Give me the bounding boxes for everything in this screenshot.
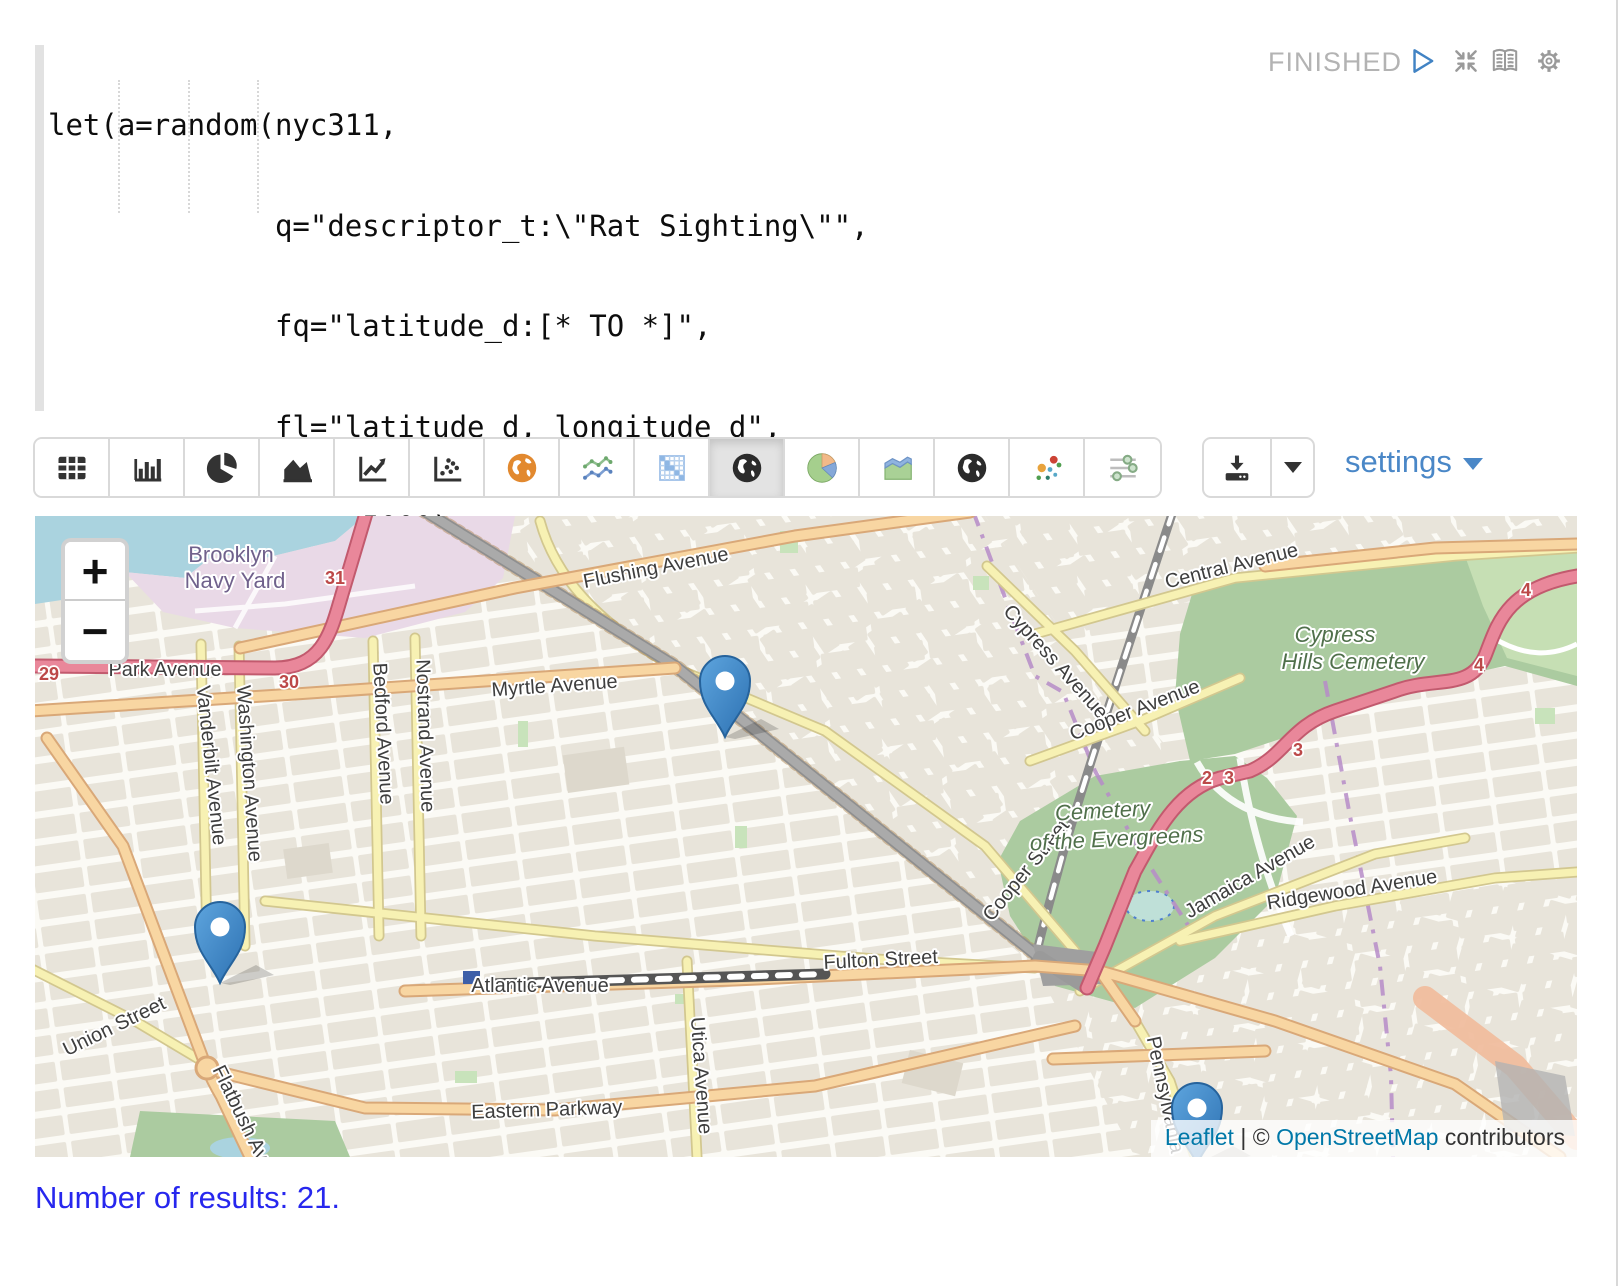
result-count-text: Number of results: 21.	[35, 1180, 340, 1216]
zoom-out-button[interactable]: −	[65, 601, 125, 660]
paragraph-settings-gear-icon[interactable]	[1533, 45, 1565, 77]
pie-chart-icon	[204, 450, 240, 486]
map-attribution: Leaflet | © OpenStreetMap contributors	[1151, 1120, 1577, 1157]
paragraph-status: FINISHED	[1268, 47, 1402, 78]
svg-text:Brooklyn: Brooklyn	[188, 542, 274, 567]
sliders-icon	[1105, 450, 1141, 486]
svg-text:Park Avenue: Park Avenue	[108, 659, 221, 681]
caret-down-icon	[1284, 462, 1302, 473]
svg-text:4: 4	[1474, 655, 1484, 675]
matrix-icon	[654, 450, 690, 486]
indent-guide	[257, 80, 259, 213]
svg-text:3: 3	[1293, 740, 1303, 760]
zoom-in-button[interactable]: +	[65, 542, 125, 601]
download-split-button	[1202, 437, 1315, 498]
viz-button-globe-orange[interactable]	[485, 439, 560, 496]
svg-text:Atlantic Avenue: Atlantic Avenue	[471, 975, 609, 997]
globe-map-icon	[729, 450, 765, 486]
svg-text:Cypress: Cypress	[1295, 622, 1376, 647]
svg-text:Navy Yard: Navy Yard	[185, 568, 286, 593]
map-canvas: 29 30 31 2 3 3 4 4 Brooklyn Navy Yard Pa…	[35, 516, 1577, 1157]
viz-button-area-colored[interactable]	[860, 439, 935, 496]
attribution-separator: |	[1240, 1124, 1246, 1150]
code-line: q="descriptor_t:\"Rat Sighting\"",	[48, 210, 921, 244]
contributors-text: contributors	[1445, 1124, 1565, 1150]
table-icon	[54, 450, 90, 486]
run-paragraph-icon[interactable]	[1406, 45, 1438, 77]
viz-button-scatter-colored[interactable]	[1010, 439, 1085, 496]
download-options-caret[interactable]	[1272, 439, 1313, 496]
collapse-output-icon[interactable]	[1450, 45, 1482, 77]
bar-chart-icon	[129, 450, 165, 486]
leaflet-link[interactable]: Leaflet	[1165, 1124, 1234, 1150]
indent-guide	[188, 80, 190, 213]
leaflet-map[interactable]: 29 30 31 2 3 3 4 4 Brooklyn Navy Yard Pa…	[35, 516, 1577, 1157]
code-line: let(a=random(nyc311,	[48, 109, 921, 143]
globe-map-2-icon	[954, 450, 990, 486]
viz-button-globe-map[interactable]	[710, 439, 785, 496]
viz-button-pie-chart[interactable]	[185, 439, 260, 496]
globe-orange-icon	[504, 450, 540, 486]
svg-text:Hills Cemetery: Hills Cemetery	[1281, 649, 1426, 674]
svg-text:2: 2	[1202, 768, 1212, 788]
viz-button-globe-map-2[interactable]	[935, 439, 1010, 496]
viz-button-table[interactable]	[35, 439, 110, 496]
viz-type-toolbar	[33, 437, 1162, 498]
svg-text:Cemetery: Cemetery	[1054, 795, 1153, 825]
download-button[interactable]	[1204, 439, 1272, 496]
svg-text:3: 3	[1224, 768, 1234, 788]
code-line: fq="latitude_d:[* TO *]",	[48, 310, 921, 344]
viz-button-matrix[interactable]	[635, 439, 710, 496]
viz-button-sliders[interactable]	[1085, 439, 1160, 496]
editor-scrollbar[interactable]	[35, 45, 44, 411]
copyright-symbol: ©	[1253, 1124, 1270, 1150]
openstreetmap-link[interactable]: OpenStreetMap	[1276, 1124, 1438, 1150]
zeppelin-paragraph: let(a=random(nyc311, q="descriptor_t:\"R…	[0, 0, 1618, 1286]
show-editor-book-icon[interactable]	[1489, 45, 1521, 77]
area-chart-icon	[279, 450, 315, 486]
settings-caret-icon	[1463, 458, 1483, 470]
multi-line-chart-icon	[579, 450, 615, 486]
scatter-chart-icon	[429, 450, 465, 486]
viz-button-scatter-chart[interactable]	[410, 439, 485, 496]
viz-button-bar-chart[interactable]	[110, 439, 185, 496]
scatter-colored-icon	[1029, 450, 1065, 486]
download-icon	[1220, 451, 1254, 485]
area-colored-icon	[879, 450, 915, 486]
viz-button-area-chart[interactable]	[260, 439, 335, 496]
svg-text:29: 29	[39, 664, 59, 684]
indent-guide	[118, 80, 120, 213]
viz-button-multi-line[interactable]	[560, 439, 635, 496]
svg-text:31: 31	[325, 568, 345, 588]
viz-button-pie-colored[interactable]	[785, 439, 860, 496]
map-zoom-control: + −	[61, 538, 129, 664]
svg-text:30: 30	[279, 672, 299, 692]
line-chart-icon	[354, 450, 390, 486]
viz-button-line-chart[interactable]	[335, 439, 410, 496]
pie-colored-icon	[804, 450, 840, 486]
svg-text:4: 4	[1521, 580, 1531, 600]
settings-dropdown[interactable]: settings	[1345, 444, 1483, 480]
settings-label: settings	[1345, 444, 1452, 480]
